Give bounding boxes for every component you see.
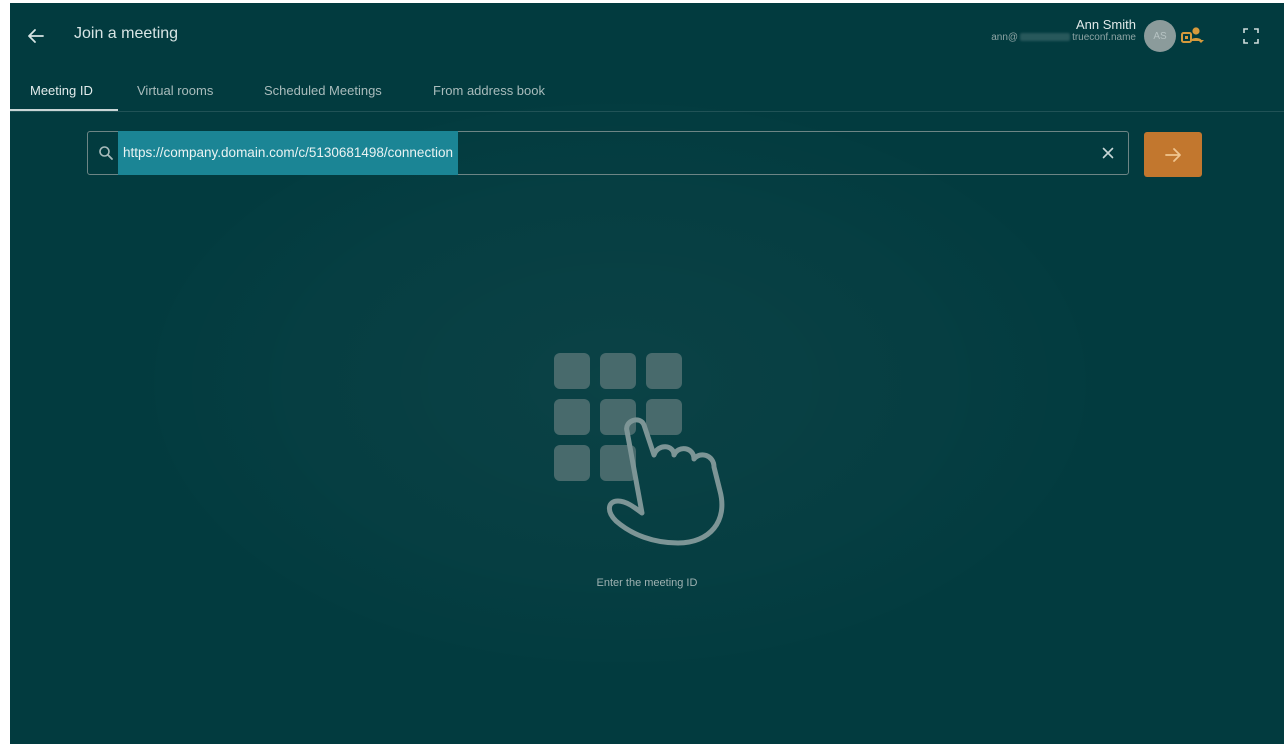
- arrow-right-icon: [1165, 147, 1181, 162]
- contacts-button[interactable]: [1180, 23, 1206, 49]
- header: Join a meeting Ann Smith ann@ trueconf.na…: [10, 3, 1284, 69]
- tab-virtual-rooms[interactable]: Virtual rooms: [137, 83, 213, 98]
- meeting-id-input[interactable]: https://company.domain.com/c/5130681498/…: [87, 131, 1129, 175]
- user-email-prefix: ann@: [991, 32, 1019, 43]
- page-title: Join a meeting: [74, 25, 179, 42]
- tab-scheduled-meetings[interactable]: Scheduled Meetings: [264, 83, 382, 98]
- close-icon[interactable]: [1100, 145, 1116, 161]
- fullscreen-button[interactable]: [1240, 25, 1262, 47]
- tab-address-book[interactable]: From address book: [433, 83, 545, 98]
- keypad-hand-icon: [554, 353, 725, 546]
- avatar[interactable]: AS: [1144, 20, 1176, 52]
- join-meeting-window: Join a meeting Ann Smith ann@ trueconf.na…: [10, 3, 1284, 744]
- user-email: ann@ trueconf.name: [991, 32, 1136, 44]
- fullscreen-icon: [1243, 28, 1259, 44]
- search-input-value[interactable]: https://company.domain.com/c/5130681498/…: [118, 131, 458, 175]
- user-name: Ann Smith: [1076, 17, 1136, 32]
- contacts-icon: [1181, 27, 1204, 43]
- avatar-initials: AS: [1153, 30, 1167, 42]
- tab-bar: Meeting ID Virtual rooms Scheduled Meeti…: [10, 69, 1284, 112]
- join-button[interactable]: [1144, 132, 1202, 177]
- user-info: Ann Smith ann@ trueconf.name: [991, 17, 1136, 44]
- active-tab-indicator: [10, 109, 118, 111]
- arrow-left-icon: [28, 29, 44, 43]
- back-button[interactable]: [10, 3, 62, 69]
- tab-meeting-id[interactable]: Meeting ID: [30, 83, 93, 98]
- search-icon: [99, 146, 113, 160]
- empty-state-hint: Enter the meeting ID: [596, 577, 698, 589]
- user-email-suffix: trueconf.name: [1072, 32, 1136, 43]
- masked-text: [1020, 33, 1071, 42]
